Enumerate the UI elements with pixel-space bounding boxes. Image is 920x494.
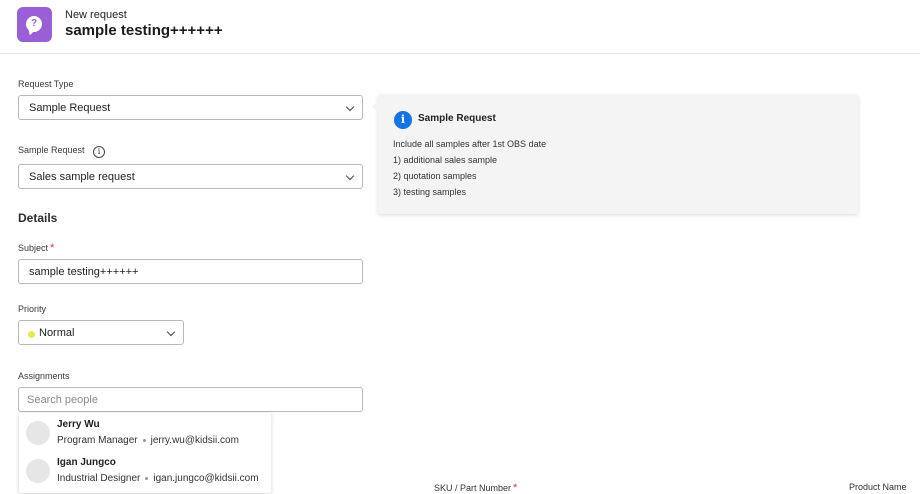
person-name: Igan Jungco	[57, 457, 116, 468]
help-chat-icon: ?	[26, 16, 42, 32]
details-title: Details	[18, 211, 58, 225]
separator-dot	[142, 439, 146, 442]
sample-request-select[interactable]: Sales sample request	[18, 164, 363, 189]
required-mark: *	[50, 242, 55, 254]
required-mark: *	[513, 482, 518, 494]
info-card: i Sample Request Include all samples aft…	[372, 95, 858, 214]
column-header-sku: SKU / Part Number *	[434, 482, 517, 494]
sample-request-label: Sample Request	[18, 145, 85, 155]
priority-select[interactable]: Normal	[18, 320, 184, 345]
request-type-value: Sample Request	[29, 102, 111, 114]
info-card-line: 1) additional sales sample	[393, 155, 498, 165]
search-people-input[interactable]	[18, 387, 363, 412]
person-title: Program Manager	[57, 435, 138, 446]
info-icon: i	[394, 111, 412, 129]
sku-header-label: SKU / Part Number	[434, 483, 512, 493]
request-type-select[interactable]: Sample Request	[18, 95, 363, 120]
priority-value: Normal	[39, 327, 75, 339]
header-kicker: New request	[65, 9, 127, 21]
chevron-down-icon	[166, 327, 176, 337]
subject-label: Subject	[18, 243, 49, 253]
separator-dot	[145, 477, 149, 480]
assignments-label: Assignments	[18, 371, 70, 381]
chevron-down-icon	[345, 171, 355, 181]
avatar	[26, 421, 50, 445]
person-meta: Industrial Designer igan.jungco@kidsii.co…	[57, 473, 259, 484]
priority-label: Priority	[18, 304, 47, 314]
request-type-label: Request Type	[18, 79, 74, 89]
person-meta: Program Manager jerry.wu@kidsii.com	[57, 435, 239, 446]
subject-value: sample testing++++++	[29, 266, 139, 278]
info-card-title: Sample Request	[418, 113, 496, 124]
info-card-line: 2) quotation samples	[393, 171, 477, 181]
info-icon[interactable]: i	[93, 146, 106, 158]
person-email: jerry.wu@kidsii.com	[150, 435, 239, 446]
chevron-down-icon	[345, 102, 355, 112]
list-item[interactable]: Igan Jungco Industrial Designer igan.jung…	[19, 451, 271, 489]
person-email: igan.jungco@kidsii.com	[153, 473, 259, 484]
page-title: sample testing++++++	[65, 22, 223, 39]
avatar	[26, 459, 50, 483]
people-dropdown: Jerry Wu Program Manager jerry.wu@kidsii.…	[19, 413, 271, 493]
sample-request-value: Sales sample request	[29, 171, 135, 183]
app-icon: ?	[17, 7, 52, 42]
sample-request-label-row: Sample Request i	[18, 145, 106, 158]
column-header-product-name: Product Name	[849, 482, 907, 492]
list-item[interactable]: Jerry Wu Program Manager jerry.wu@kidsii.…	[19, 413, 271, 451]
person-title: Industrial Designer	[57, 473, 141, 484]
info-card-line: 3) testing samples	[393, 187, 467, 197]
subject-label-row: Subject *	[18, 242, 54, 254]
header-divider	[0, 53, 920, 54]
info-card-line: Include all samples after 1st OBS date	[393, 139, 547, 149]
person-name: Jerry Wu	[57, 419, 100, 430]
subject-input[interactable]: sample testing++++++	[18, 259, 363, 284]
priority-dot-icon	[28, 331, 35, 338]
